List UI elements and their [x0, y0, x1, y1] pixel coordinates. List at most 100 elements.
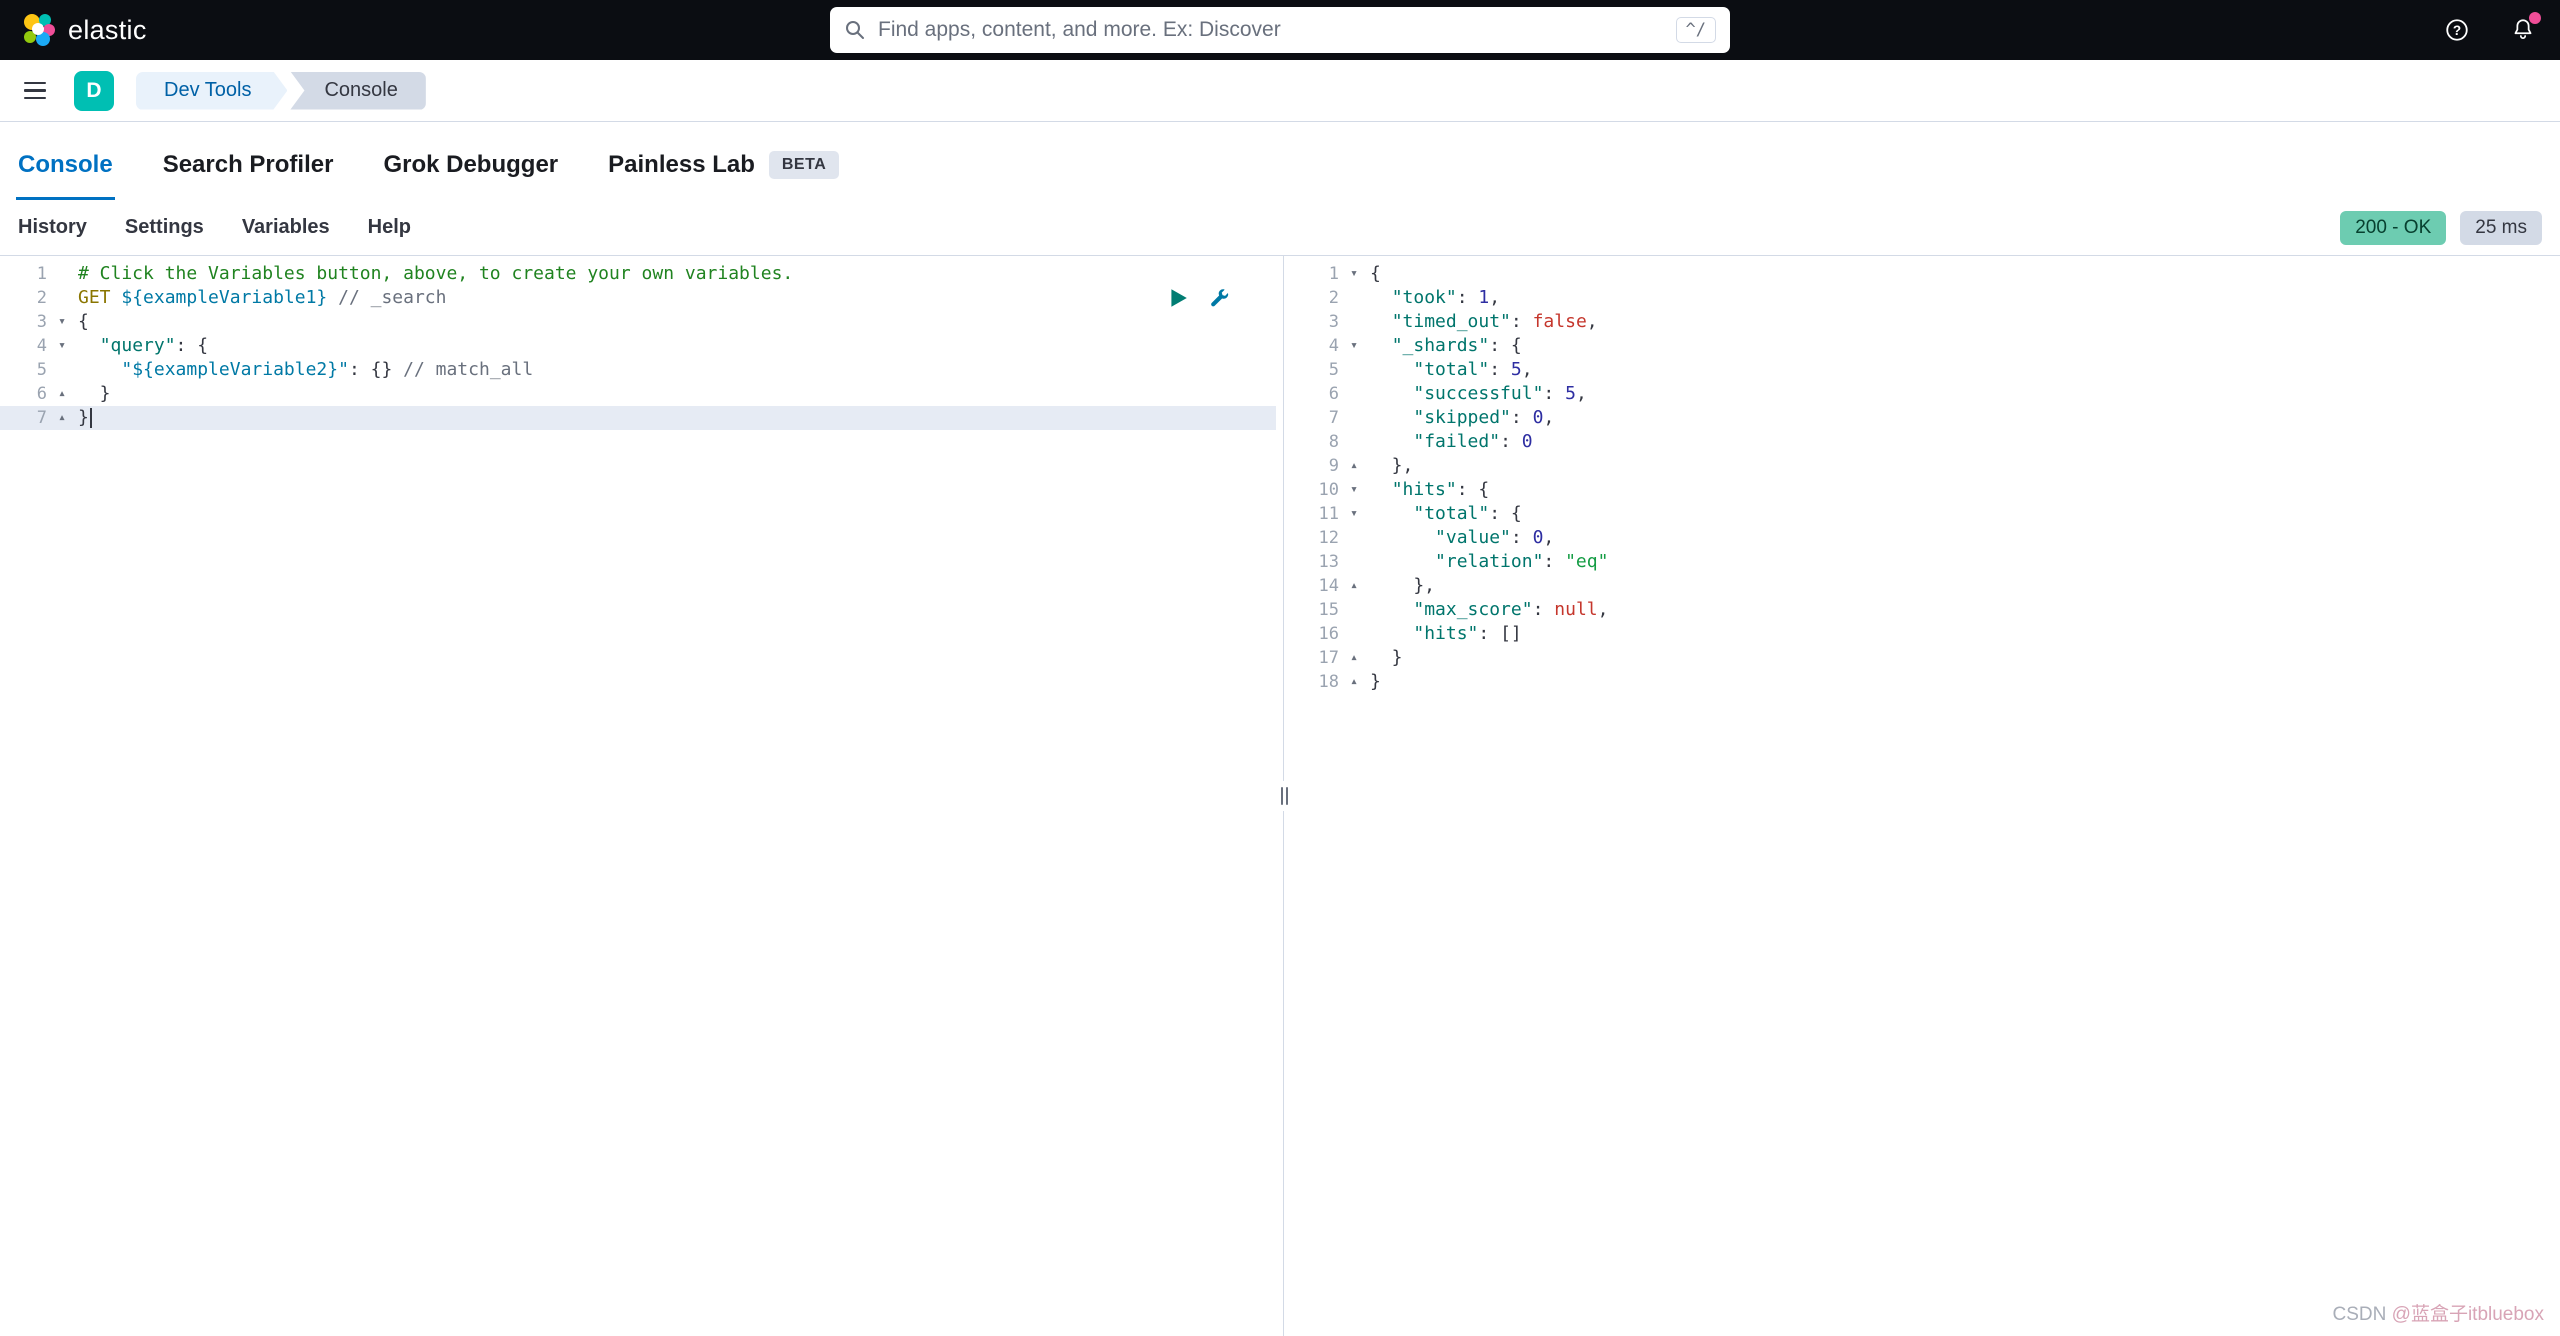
fold-spacer	[1342, 358, 1366, 382]
watermark-prefix: CSDN	[2333, 1304, 2392, 1325]
fold-close-icon[interactable]: ▴	[50, 382, 74, 406]
code-text: "skipped": 0,	[1366, 406, 1554, 430]
request-editor[interactable]: 1# Click the Variables button, above, to…	[0, 256, 1276, 1336]
breadcrumb-bar: D Dev ToolsConsole	[0, 60, 2560, 122]
console-toolbar: HistorySettingsVariablesHelp 200 - OK 25…	[0, 200, 2560, 256]
code-line-7[interactable]: 7▴}	[0, 406, 1276, 430]
fold-close-icon[interactable]: ▴	[1342, 646, 1366, 670]
menu-help[interactable]: Help	[368, 216, 411, 239]
fold-close-icon[interactable]: ▴	[1342, 670, 1366, 694]
wrench-icon	[1209, 287, 1231, 309]
code-text: "total": 5,	[1366, 358, 1533, 382]
global-header: elastic ^/ ?	[0, 0, 2560, 60]
breadcrumb-dev-tools[interactable]: Dev Tools	[136, 72, 287, 110]
fold-spacer	[50, 262, 74, 286]
line-number: 10	[1292, 478, 1342, 502]
fold-close-icon[interactable]: ▴	[1342, 574, 1366, 598]
fold-spacer	[1342, 526, 1366, 550]
code-text: "timed_out": false,	[1366, 310, 1598, 334]
code-text: },	[1366, 574, 1435, 598]
code-text: }	[1366, 646, 1403, 670]
elastic-logo[interactable]: elastic	[22, 13, 147, 47]
notification-dot	[2529, 12, 2541, 24]
search-input[interactable]	[876, 17, 1666, 43]
line-number: 9	[1292, 454, 1342, 478]
breadcrumb: Dev ToolsConsole	[136, 72, 426, 110]
code-line-16: 16 "hits": []	[1292, 622, 2560, 646]
line-number: 3	[0, 310, 50, 334]
play-icon	[1167, 287, 1189, 309]
line-number: 12	[1292, 526, 1342, 550]
line-number: 13	[1292, 550, 1342, 574]
line-number: 6	[1292, 382, 1342, 406]
fold-open-icon[interactable]: ▾	[1342, 334, 1366, 358]
send-request-button[interactable]	[1166, 286, 1190, 310]
line-number: 1	[0, 262, 50, 286]
request-options-button[interactable]	[1208, 286, 1232, 310]
line-number: 1	[1292, 262, 1342, 286]
fold-spacer	[1342, 622, 1366, 646]
fold-spacer	[1342, 430, 1366, 454]
code-text: {	[1366, 262, 1381, 286]
fold-spacer	[1342, 550, 1366, 574]
code-line-17: 17▴ }	[1292, 646, 2560, 670]
code-line-10: 10▾ "hits": {	[1292, 478, 2560, 502]
tab-search-profiler[interactable]: Search Profiler	[161, 133, 336, 200]
code-line-5[interactable]: 5 "${exampleVariable2}": {} // match_all	[0, 358, 1276, 382]
tab-painless-lab[interactable]: Painless LabBETA	[606, 133, 841, 200]
code-text: "hits": {	[1366, 478, 1489, 502]
code-text: "relation": "eq"	[1366, 550, 1608, 574]
space-avatar[interactable]: D	[74, 71, 114, 111]
fold-spacer	[50, 286, 74, 310]
code-text: }	[74, 382, 111, 406]
line-number: 16	[1292, 622, 1342, 646]
help-button[interactable]: ?	[2442, 15, 2472, 45]
menu-history[interactable]: History	[18, 216, 87, 239]
code-text: }	[74, 406, 92, 430]
breadcrumb-console[interactable]: Console	[290, 72, 425, 110]
tab-grok-debugger[interactable]: Grok Debugger	[381, 133, 560, 200]
fold-spacer	[50, 358, 74, 382]
code-line-13: 13 "relation": "eq"	[1292, 550, 2560, 574]
watermark-handle: @蓝盒子itbluebox	[2392, 1304, 2544, 1325]
code-line-14: 14▴ },	[1292, 574, 2560, 598]
code-line-1: 1▾{	[1292, 262, 2560, 286]
question-circle-icon: ?	[2444, 17, 2470, 43]
console-main: 1# Click the Variables button, above, to…	[0, 256, 2560, 1336]
line-number: 15	[1292, 598, 1342, 622]
code-text: "${exampleVariable2}": {} // match_all	[74, 358, 533, 382]
global-search[interactable]: ^/	[830, 7, 1730, 53]
code-line-6[interactable]: 6▴ }	[0, 382, 1276, 406]
response-output[interactable]: 1▾{2 "took": 1,3 "timed_out": false,4▾ "…	[1292, 256, 2560, 1336]
text-cursor	[90, 408, 92, 428]
menu-variables[interactable]: Variables	[242, 216, 330, 239]
fold-open-icon[interactable]: ▾	[1342, 502, 1366, 526]
fold-spacer	[1342, 406, 1366, 430]
tab-console[interactable]: Console	[16, 133, 115, 200]
code-text: "hits": []	[1366, 622, 1522, 646]
dev-tools-tabs: Console Search Profiler Grok Debugger Painl…	[0, 122, 2560, 200]
search-icon	[844, 19, 866, 41]
fold-open-icon[interactable]: ▾	[1342, 262, 1366, 286]
fold-close-icon[interactable]: ▴	[1342, 454, 1366, 478]
code-line-9: 9▴ },	[1292, 454, 2560, 478]
fold-open-icon[interactable]: ▾	[1342, 478, 1366, 502]
code-line-4[interactable]: 4▾ "query": {	[0, 334, 1276, 358]
tab-label: Painless Lab	[608, 151, 755, 179]
code-line-6: 6 "successful": 5,	[1292, 382, 2560, 406]
menu-settings[interactable]: Settings	[125, 216, 204, 239]
tab-label: Grok Debugger	[383, 151, 558, 179]
pane-resize-handle[interactable]	[1276, 256, 1292, 1336]
fold-open-icon[interactable]: ▾	[50, 334, 74, 358]
fold-open-icon[interactable]: ▾	[50, 310, 74, 334]
line-number: 8	[1292, 430, 1342, 454]
code-line-2[interactable]: 2GET ${exampleVariable1} // _search	[0, 286, 1276, 310]
status-badge: 200 - OK	[2340, 211, 2446, 245]
code-line-3[interactable]: 3▾{	[0, 310, 1276, 334]
fold-close-icon[interactable]: ▴	[50, 406, 74, 430]
code-line-1[interactable]: 1# Click the Variables button, above, to…	[0, 262, 1276, 286]
menu-button[interactable]	[16, 71, 56, 111]
notifications-button[interactable]	[2508, 15, 2538, 45]
line-number: 2	[0, 286, 50, 310]
code-line-7: 7 "skipped": 0,	[1292, 406, 2560, 430]
